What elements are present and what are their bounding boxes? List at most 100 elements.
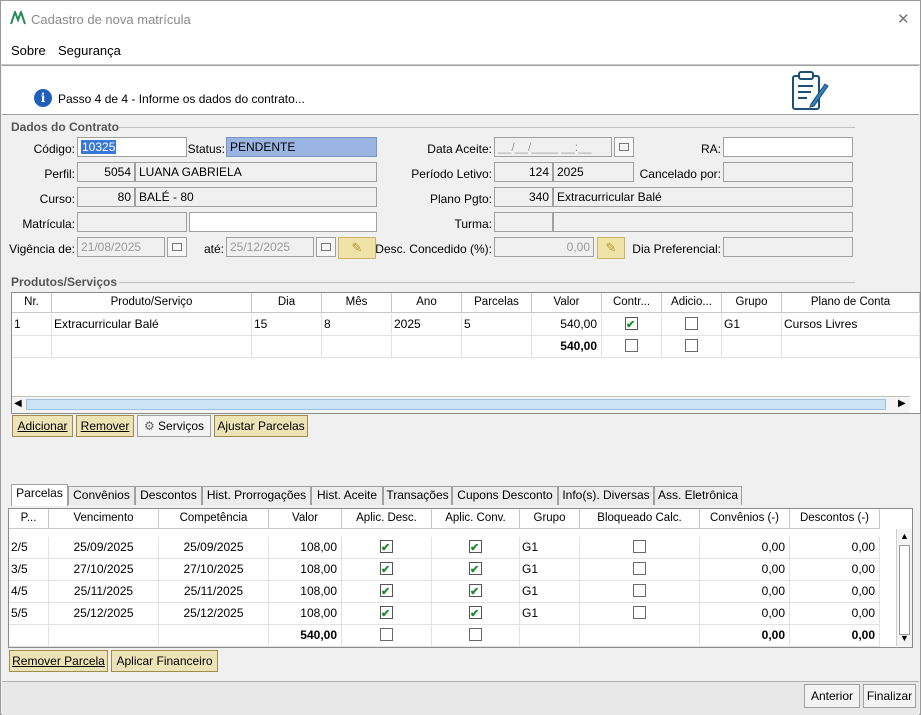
menu-sobre[interactable]: Sobre (11, 43, 46, 58)
table-cell[interactable] (432, 603, 520, 625)
col-vencimento[interactable]: Vencimento (49, 509, 159, 529)
tab-descontos[interactable]: Descontos (135, 486, 202, 505)
ra-field[interactable] (723, 137, 853, 157)
desc-checkbox[interactable] (380, 560, 393, 580)
col-produto[interactable]: Produto/Serviço (52, 293, 252, 313)
table-cell[interactable]: G1 (520, 603, 580, 625)
table-cell[interactable]: 540,00 (269, 625, 342, 647)
desc-checkbox[interactable] (380, 538, 393, 558)
remover-button[interactable]: Remover (76, 415, 134, 437)
table-cell[interactable]: Cursos Livres (782, 314, 920, 336)
scroll-right-icon[interactable]: ▶ (898, 398, 906, 409)
table-cell[interactable]: 0,00 (700, 625, 790, 647)
tab-transacoes[interactable]: Transações (383, 486, 452, 505)
codigo-field[interactable]: 10325 (77, 137, 187, 157)
table-cell[interactable] (580, 603, 700, 625)
table-cell[interactable]: 0,00 (700, 581, 790, 603)
total-contratado-checkbox[interactable] (625, 339, 638, 353)
desc-checkbox[interactable] (380, 582, 393, 602)
table-cell[interactable] (432, 537, 520, 559)
scroll-down-icon[interactable]: ▼ (900, 633, 909, 643)
table-cell[interactable]: 25/12/2025 (49, 603, 159, 625)
table-cell[interactable]: 108,00 (269, 603, 342, 625)
table-cell[interactable]: 108,00 (269, 581, 342, 603)
table-cell[interactable]: 108,00 (269, 537, 342, 559)
table-cell[interactable]: G1 (520, 581, 580, 603)
table-cell[interactable]: 5 (462, 314, 532, 336)
table-cell[interactable]: 0,00 (790, 559, 880, 581)
tab-ass-eletronica[interactable]: Ass. Eletrônica (654, 486, 742, 505)
col-valor[interactable]: Valor (269, 509, 342, 529)
table-cell[interactable]: 0,00 (790, 603, 880, 625)
table-cell[interactable] (580, 581, 700, 603)
table-cell[interactable]: 8 (322, 314, 392, 336)
col-adicional[interactable]: Adicio... (662, 293, 722, 313)
tab-hist-aceite[interactable]: Hist. Aceite (311, 486, 383, 505)
parcelas-vertical-scrollbar[interactable]: ▲ ▼ (896, 529, 912, 646)
total-desc-checkbox[interactable] (380, 628, 393, 642)
col-plano-conta[interactable]: Plano de Conta (782, 293, 920, 313)
table-cell[interactable] (432, 581, 520, 603)
contratado-checkbox[interactable] (625, 315, 638, 335)
table-cell[interactable] (342, 537, 432, 559)
table-cell[interactable] (159, 625, 269, 647)
total-conv-checkbox[interactable] (469, 628, 482, 642)
col-grupo[interactable]: Grupo (722, 293, 782, 313)
tab-convenios[interactable]: Convênios (68, 486, 135, 505)
table-cell[interactable]: G1 (520, 537, 580, 559)
table-cell[interactable] (342, 625, 432, 647)
scroll-left-icon[interactable]: ◀ (14, 398, 22, 409)
parcelas-table[interactable]: P... Vencimento Competência Valor Aplic.… (8, 508, 913, 648)
table-cell[interactable] (342, 581, 432, 603)
tab-hist-prorrogacoes[interactable]: Hist. Prorrogações (202, 486, 311, 505)
table-cell[interactable]: 2/5 (9, 537, 49, 559)
table-cell[interactable]: 25/09/2025 (159, 537, 269, 559)
table-cell[interactable] (580, 559, 700, 581)
vigencia-de-calendar-icon[interactable] (167, 237, 187, 257)
vigencia-de-field[interactable]: 21/08/2025 (77, 237, 165, 257)
col-parcela[interactable]: P... (9, 509, 49, 529)
adicional-checkbox[interactable] (685, 317, 698, 331)
table-cell[interactable]: 15 (252, 314, 322, 336)
tab-parcelas[interactable]: Parcelas (11, 484, 68, 506)
adicionar-button[interactable]: Adicionar (12, 415, 73, 437)
table-cell[interactable]: 25/12/2025 (159, 603, 269, 625)
table-cell[interactable]: 27/10/2025 (159, 559, 269, 581)
tab-infos-diversas[interactable]: Info(s). Diversas (558, 486, 654, 505)
table-cell[interactable]: 25/09/2025 (49, 537, 159, 559)
bloq-checkbox[interactable] (633, 584, 646, 598)
desc-checkbox[interactable] (380, 604, 393, 624)
table-cell[interactable]: 540,00 (532, 314, 602, 336)
table-cell[interactable]: 108,00 (269, 559, 342, 581)
edit-desconto-pencil-icon[interactable]: ✎ (597, 237, 625, 259)
table-cell[interactable] (432, 559, 520, 581)
table-cell[interactable]: 25/11/2025 (49, 581, 159, 603)
col-valor[interactable]: Valor (532, 293, 602, 313)
table-cell[interactable]: 0,00 (700, 603, 790, 625)
table-cell[interactable]: 0,00 (700, 537, 790, 559)
table-cell[interactable]: 3/5 (9, 559, 49, 581)
bloq-checkbox[interactable] (633, 562, 646, 576)
table-cell[interactable] (432, 625, 520, 647)
bloq-checkbox[interactable] (633, 540, 646, 554)
total-adicional-checkbox[interactable] (685, 339, 698, 353)
ajustar-parcelas-button[interactable]: Ajustar Parcelas (214, 415, 308, 437)
conv-checkbox[interactable] (469, 604, 482, 624)
col-convenios[interactable]: Convênios (-) (700, 509, 790, 529)
conv-checkbox[interactable] (469, 560, 482, 580)
col-dia[interactable]: Dia (252, 293, 322, 313)
col-parcelas[interactable]: Parcelas (462, 293, 532, 313)
matricula-field-b[interactable] (189, 212, 377, 232)
table-cell[interactable]: 5/5 (9, 603, 49, 625)
table-cell[interactable] (580, 537, 700, 559)
col-aplic-conv[interactable]: Aplic. Conv. (432, 509, 520, 529)
produtos-horizontal-scrollbar[interactable]: ◀ ▶ (12, 396, 910, 413)
data-aceite-calendar-icon[interactable] (614, 137, 634, 157)
table-cell[interactable]: 0,00 (790, 537, 880, 559)
table-cell[interactable]: 27/10/2025 (49, 559, 159, 581)
col-bloqueado[interactable]: Bloqueado Calc. (580, 509, 700, 529)
col-grupo[interactable]: Grupo (520, 509, 580, 529)
table-cell[interactable]: 25/11/2025 (159, 581, 269, 603)
table-cell[interactable]: 1 (12, 314, 52, 336)
col-mes[interactable]: Mês (322, 293, 392, 313)
